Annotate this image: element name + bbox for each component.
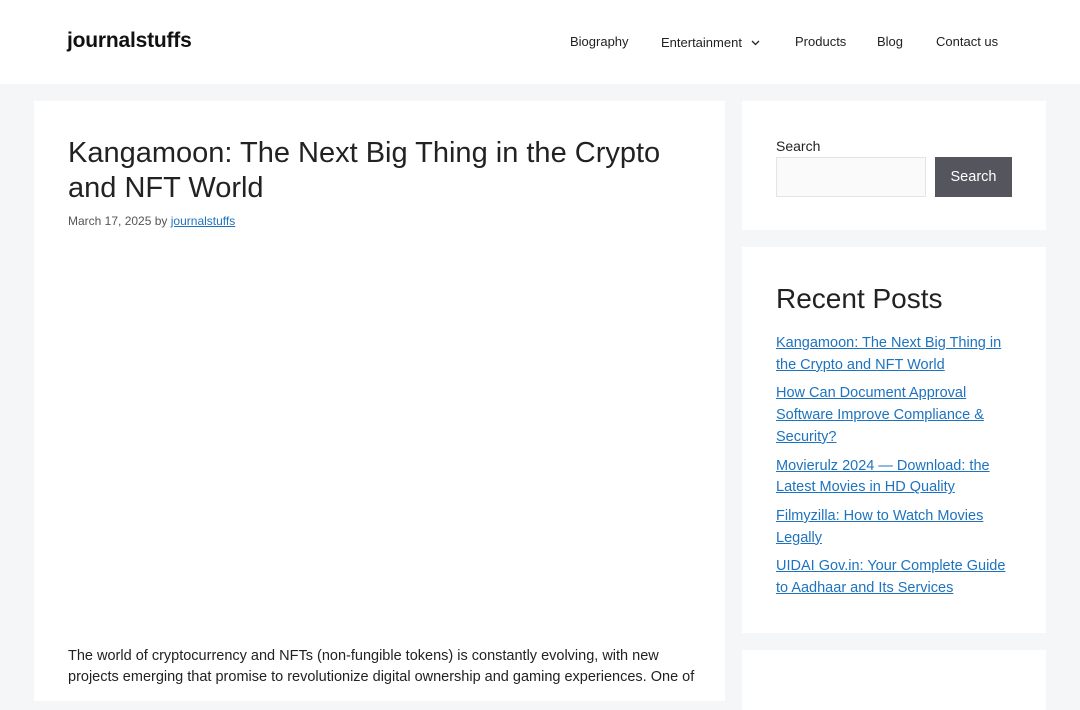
recent-posts-list: Kangamoon: The Next Big Thing in the Cry… (776, 333, 1012, 607)
search-input[interactable] (776, 157, 926, 197)
nav-item-blog[interactable]: Blog (877, 34, 903, 52)
recent-post-link[interactable]: How Can Document Approval Software Impro… (776, 385, 984, 444)
ad-placeholder (68, 251, 692, 621)
list-item: Kangamoon: The Next Big Thing in the Cry… (776, 333, 1012, 376)
search-label: Search (776, 138, 821, 154)
article-meta: March 17, 2025 by journalstuffs (68, 214, 235, 228)
article-container: Kangamoon: The Next Big Thing in the Cry… (34, 101, 725, 701)
article-title: Kangamoon: The Next Big Thing in the Cry… (68, 137, 661, 204)
nav-item-biography[interactable]: Biography (570, 34, 629, 52)
nav-item-entertainment-label: Entertainment (661, 35, 742, 50)
recent-post-link[interactable]: Kangamoon: The Next Big Thing in the Cry… (776, 335, 1001, 373)
recent-post-link[interactable]: Filmyzilla: How to Watch Movies Legally (776, 508, 983, 546)
site-title[interactable]: journalstuffs (67, 29, 192, 53)
publish-date: March 17, 2025 (68, 214, 152, 228)
recent-posts-widget: Recent Posts Kangamoon: The Next Big Thi… (742, 247, 1046, 633)
nav-item-products[interactable]: Products (795, 34, 846, 52)
list-item: UIDAI Gov.in: Your Complete Guide to Aad… (776, 556, 1012, 599)
list-item: How Can Document Approval Software Impro… (776, 383, 1012, 448)
nav-item-entertainment[interactable]: Entertainment (661, 34, 760, 52)
sidebar-widget (742, 650, 1046, 710)
article-paragraph: The world of cryptocurrency and NFTs (no… (68, 648, 695, 685)
author-link[interactable]: journalstuffs (171, 214, 235, 228)
nav-item-contact-us[interactable]: Contact us (936, 34, 998, 52)
recent-posts-heading: Recent Posts (776, 283, 943, 314)
search-button[interactable]: Search (935, 157, 1012, 197)
chevron-down-icon[interactable] (751, 34, 760, 49)
list-item: Filmyzilla: How to Watch Movies Legally (776, 506, 1012, 549)
byline-prefix: by (154, 214, 168, 228)
list-item: Movierulz 2024 — Download: the Latest Mo… (776, 456, 1012, 499)
site-header: journalstuffs Biography Entertainment Pr… (0, 0, 1080, 84)
recent-post-link[interactable]: UIDAI Gov.in: Your Complete Guide to Aad… (776, 558, 1005, 596)
search-widget: Search Search (742, 101, 1046, 230)
recent-post-link[interactable]: Movierulz 2024 — Download: the Latest Mo… (776, 458, 990, 496)
